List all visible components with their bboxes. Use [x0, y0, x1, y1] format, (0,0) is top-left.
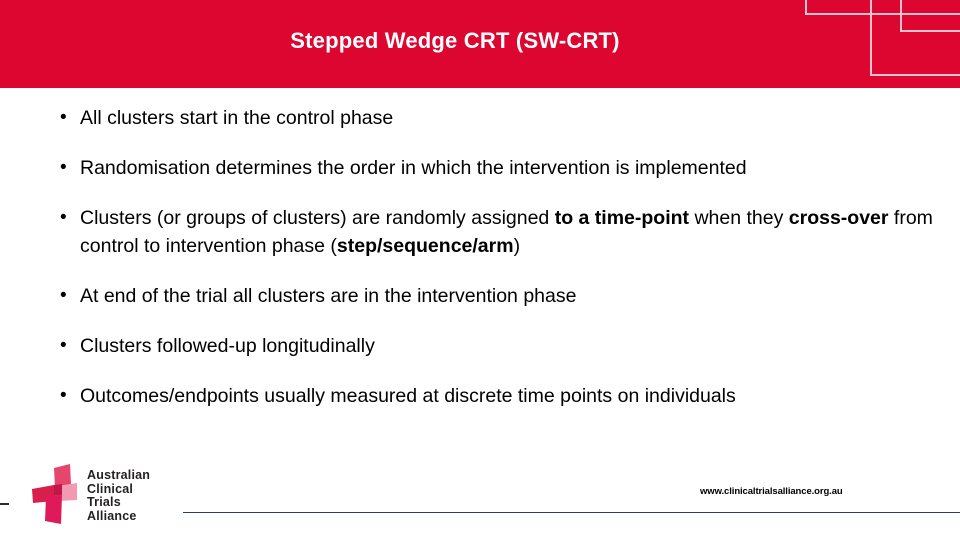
bullet-text-3: Clusters (or groups of clusters) are ran… [80, 207, 933, 257]
list-item: • Clusters (or groups of clusters) are r… [54, 204, 934, 260]
bullet-text-5: Clusters followed-up longitudinally [80, 335, 375, 357]
logo-line-4: Alliance [87, 508, 137, 523]
bullet-dot-icon: • [60, 385, 67, 406]
footer-left-tick [0, 503, 9, 505]
bullet-text-2: Randomisation determines the order in wh… [80, 157, 747, 179]
logo-line-2: Clinical [87, 481, 134, 496]
bullet-dot-icon: • [60, 107, 67, 128]
acta-logo-mark-icon [32, 464, 77, 524]
logo-line-1: Australian [87, 468, 151, 482]
bullet-list: • All clusters start in the control phas… [54, 104, 934, 432]
list-item: • Randomisation determines the order in … [54, 154, 934, 182]
bullet-dot-icon: • [60, 157, 67, 178]
list-item: • Clusters followed-up longitudinally [54, 332, 934, 360]
list-item: • Outcomes/endpoints usually measured at… [54, 382, 934, 410]
list-item: • All clusters start in the control phas… [54, 104, 934, 132]
bullet-text-6: Outcomes/endpoints usually measured at d… [80, 385, 736, 407]
bullet-dot-icon: • [60, 207, 67, 228]
deco-line-vertical-1 [805, 0, 807, 14]
bullet-dot-icon: • [60, 335, 67, 356]
bullet-dot-icon: • [60, 285, 67, 306]
bullet-text-1: All clusters start in the control phase [80, 107, 394, 129]
logo-line-3: Trials [87, 495, 121, 509]
slide: Stepped Wedge CRT (SW-CRT) • All cluster… [0, 0, 960, 540]
deco-line-horizontal-1 [805, 13, 960, 15]
deco-line-horizontal-3 [870, 74, 960, 76]
header-band: Stepped Wedge CRT (SW-CRT) [0, 0, 960, 88]
list-item: • At end of the trial all clusters are i… [54, 282, 934, 310]
footer-website-url[interactable]: www.clinicaltrialsalliance.org.au [700, 486, 843, 497]
footer-divider [183, 512, 960, 513]
logo-wordmark: Australian Clinical Trials Alliance [87, 468, 151, 523]
bullet-text-4: At end of the trial all clusters are in … [80, 285, 577, 307]
page-title: Stepped Wedge CRT (SW-CRT) [290, 28, 620, 53]
logo: Australian Clinical Trials Alliance [32, 462, 182, 530]
